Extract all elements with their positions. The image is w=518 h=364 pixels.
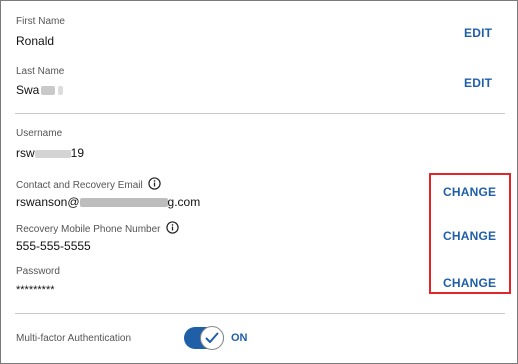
email-label: Contact and Recovery Email: [16, 177, 161, 191]
mfa-state-label: ON: [231, 332, 248, 344]
password-label: Password: [16, 266, 60, 277]
phone-label: Recovery Mobile Phone Number: [16, 221, 179, 235]
email-value: rswanson@ g.com: [16, 195, 200, 209]
redacted-block: [34, 150, 71, 158]
phone-label-text: Recovery Mobile Phone Number: [16, 224, 161, 235]
last-name-value: Swa: [16, 83, 64, 97]
last-name-visible: Swa: [16, 83, 40, 97]
mfa-toggle[interactable]: [184, 326, 224, 350]
section-divider: [15, 113, 505, 114]
redacted-block: [58, 86, 64, 95]
info-icon[interactable]: [165, 221, 179, 234]
redacted-block: [41, 86, 56, 95]
account-settings-panel: First Name Ronald EDIT Last Name Swa EDI…: [0, 0, 518, 364]
check-icon: [205, 332, 219, 343]
mfa-label: Multi-factor Authentication: [16, 333, 132, 344]
first-name-label: First Name: [16, 16, 65, 27]
password-value: *********: [16, 284, 55, 296]
section-divider: [15, 313, 505, 314]
username-suffix: 19: [70, 146, 85, 160]
email-label-text: Contact and Recovery Email: [16, 180, 143, 191]
last-name-label: Last Name: [16, 66, 65, 77]
edit-last-name-button[interactable]: EDIT: [464, 76, 492, 90]
info-icon[interactable]: [148, 177, 161, 190]
first-name-value: Ronald: [16, 34, 55, 48]
username-value: rsw 19: [16, 146, 84, 160]
email-suffix: g.com: [167, 195, 201, 209]
phone-value: 555-555-5555: [16, 239, 91, 253]
edit-first-name-button[interactable]: EDIT: [464, 26, 492, 40]
toggle-knob: [200, 326, 224, 350]
username-prefix: rsw: [16, 146, 35, 160]
highlight-box: [429, 173, 511, 294]
redacted-block: [79, 198, 168, 207]
email-prefix: rswanson@: [16, 195, 80, 209]
username-label: Username: [16, 128, 63, 139]
